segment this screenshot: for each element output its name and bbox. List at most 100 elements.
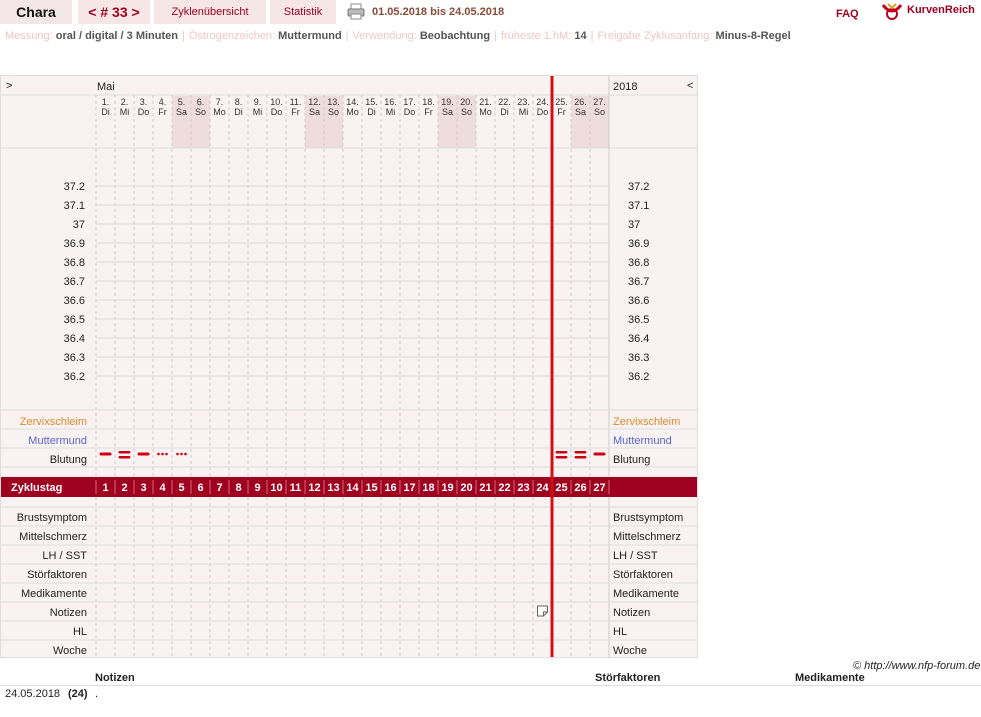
- cycle-day-number: 3: [140, 482, 146, 494]
- cycle-day-number: 13: [327, 482, 339, 494]
- weekday-label: Do: [138, 107, 150, 117]
- temp-label-left: 37: [73, 219, 85, 231]
- day-number: 4.: [159, 97, 167, 107]
- user-tab[interactable]: Chara: [0, 0, 72, 24]
- stoerfaktoren-header: Störfaktoren: [595, 672, 661, 684]
- bleeding-dot: [161, 452, 164, 456]
- bleeding-mark: [574, 456, 587, 459]
- temp-label-right: 36.6: [628, 295, 649, 307]
- chart-svg: > Mai 2018 <1.Di2.Mi3.Do4.Fr5.Sa6.So7.Mo8.D…: [1, 76, 697, 657]
- row-label-right: Störfaktoren: [613, 569, 673, 581]
- day-number: 22.: [498, 97, 511, 107]
- info-value: Beobachtung: [419, 30, 491, 42]
- weekday-label: So: [195, 107, 206, 117]
- medikamente-header: Medikamente: [795, 672, 865, 684]
- cycle-day-number: 5: [178, 482, 184, 494]
- weekday-label: So: [594, 107, 605, 117]
- weekday-label: So: [461, 107, 472, 117]
- temp-label-right: 37.1: [628, 200, 649, 212]
- day-number: 18.: [422, 97, 435, 107]
- weekday-label: Sa: [575, 107, 586, 117]
- cycle-day-number: 14: [346, 482, 359, 494]
- day-number: 10.: [270, 97, 283, 107]
- day-number: 13.: [327, 97, 340, 107]
- obs-label-right: Zervixschleim: [613, 416, 680, 428]
- temp-label-right: 37.2: [628, 181, 649, 193]
- cycle-day-number: 23: [517, 482, 529, 494]
- temp-label-left: 36.3: [64, 352, 85, 364]
- kurvenreich-logo[interactable]: [880, 1, 904, 21]
- weekday-label: Mi: [386, 107, 396, 117]
- brand-name[interactable]: KurvenReich: [907, 4, 975, 16]
- bleeding-dot: [184, 452, 187, 456]
- weekday-label: Di: [367, 107, 376, 117]
- weekday-label: Di: [101, 107, 110, 117]
- notes-header: Notizen: [95, 672, 135, 684]
- obs-label-left: Muttermund: [28, 435, 87, 447]
- note-day: (24): [68, 688, 88, 700]
- weekday-label: Di: [234, 107, 243, 117]
- bleeding-dot: [165, 452, 168, 456]
- printer-icon[interactable]: [347, 3, 365, 20]
- weekday-label: Di: [500, 107, 509, 117]
- cycle-day-number: 26: [574, 482, 586, 494]
- info-label: Verwendung:: [352, 30, 420, 42]
- day-number: 1.: [102, 97, 110, 107]
- day-number: 5.: [178, 97, 186, 107]
- weekday-label: Mo: [346, 107, 359, 117]
- obs-label-left: Zervixschleim: [20, 416, 87, 428]
- month-label: Mai: [97, 81, 115, 93]
- date-range: 01.05.2018 bis 24.05.2018: [372, 6, 505, 18]
- temp-label-right: 37: [628, 219, 640, 231]
- obs-label-right: Muttermund: [613, 435, 672, 447]
- weekday-label: Fr: [557, 107, 566, 117]
- info-label: Östrogenzeichen:: [188, 30, 279, 42]
- cycle-info-bar: Messung: oral / digital / 3 Minuten | Östr…: [5, 30, 791, 42]
- cycle-day-number: 8: [235, 482, 241, 494]
- day-number: 20.: [460, 97, 473, 107]
- temp-label-right: 36.2: [628, 371, 649, 383]
- faq-link[interactable]: FAQ: [836, 8, 859, 20]
- cycle-day-number: 18: [422, 482, 434, 494]
- temp-label-left: 36.7: [64, 276, 85, 288]
- cycle-navigator[interactable]: < # 33 >: [78, 0, 150, 24]
- nav-prev-button: >: [6, 80, 12, 92]
- year-label: 2018: [613, 81, 637, 93]
- cycle-day-number: 7: [216, 482, 222, 494]
- info-value: oral / digital / 3 Minuten: [55, 30, 178, 42]
- row-label-right: LH / SST: [613, 550, 658, 562]
- temp-label-left: 36.9: [64, 238, 85, 250]
- weekday-label: Sa: [309, 107, 320, 117]
- notes-table: Notizen Störfaktoren Medikamente 24.05.2…: [0, 658, 981, 717]
- info-label: früheste 1.hM:: [500, 30, 575, 42]
- weekday-label: Mo: [479, 107, 492, 117]
- temp-label-right: 36.3: [628, 352, 649, 364]
- temp-label-right: 36.7: [628, 276, 649, 288]
- cycle-day-number: 22: [498, 482, 510, 494]
- bleeding-mark: [137, 452, 150, 456]
- obs-label-right: Blutung: [613, 454, 650, 466]
- cycle-day-number: 11: [290, 482, 302, 494]
- weekday-label: Sa: [442, 107, 453, 117]
- weekday-label: Do: [537, 107, 549, 117]
- temp-label-left: 37.2: [64, 181, 85, 193]
- cycle-day-number: 20: [460, 482, 472, 494]
- weekday-label: Mi: [120, 107, 130, 117]
- cycle-overview-tab[interactable]: Zyklenübersicht: [154, 0, 266, 24]
- day-number: 24.: [536, 97, 549, 107]
- weekday-label: Mi: [519, 107, 529, 117]
- statistics-tab[interactable]: Statistik: [270, 0, 336, 24]
- weekday-label: Do: [271, 107, 283, 117]
- cycle-day-number: 15: [365, 482, 377, 494]
- chart-background: [1, 76, 697, 657]
- day-number: 23.: [517, 97, 530, 107]
- cycle-day-label: Zyklustag: [11, 482, 62, 494]
- weekday-label: Fr: [424, 107, 433, 117]
- bleeding-dot: [176, 452, 179, 456]
- cycle-day-number: 24: [536, 482, 549, 494]
- day-number: 27.: [593, 97, 606, 107]
- temp-label-right: 36.9: [628, 238, 649, 250]
- bleeding-mark: [574, 451, 587, 454]
- row-label-left: LH / SST: [42, 550, 87, 562]
- temp-label-left: 36.4: [64, 333, 85, 345]
